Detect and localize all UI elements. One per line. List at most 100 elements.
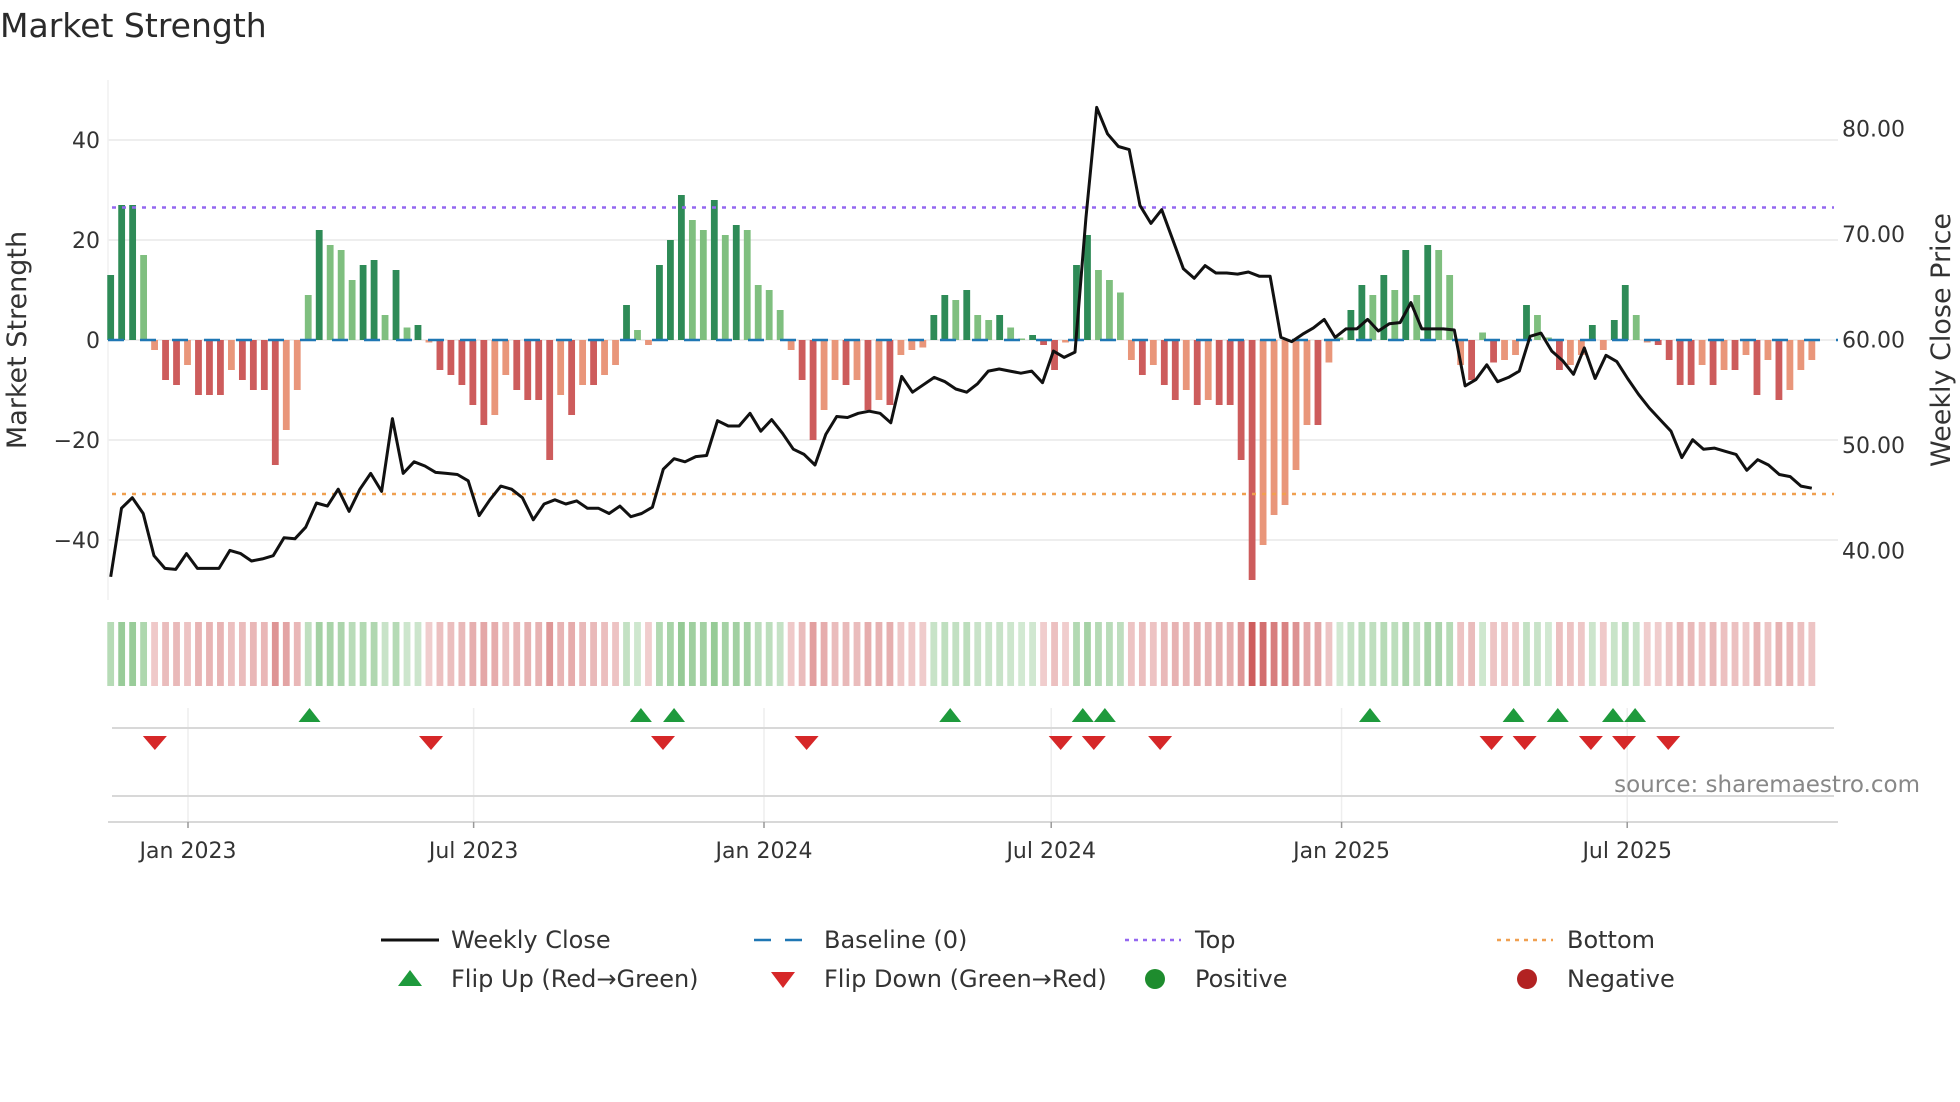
- x-tick-label: Jul 2024: [1004, 839, 1096, 864]
- strength-bar: [853, 340, 861, 380]
- strength-heat-cell: [831, 622, 839, 686]
- strength-heat-cell: [447, 622, 455, 686]
- source-text: source: sharemaestro.com: [1614, 772, 1920, 798]
- strength-heat-cell: [1435, 622, 1443, 686]
- strength-heat-cell: [645, 622, 652, 686]
- strength-heat-cell: [656, 622, 663, 686]
- strength-heat-cell: [1643, 622, 1651, 686]
- flip-up-marker: [1502, 708, 1525, 722]
- strength-heat-cell: [568, 622, 576, 686]
- strength-heat-cell: [249, 622, 257, 686]
- strength-heat-cell: [1523, 622, 1530, 686]
- strength-bar: [1621, 285, 1629, 340]
- strength-bar: [601, 340, 608, 375]
- x-tick-label: Jan 2025: [1291, 839, 1390, 864]
- strength-heat-cell: [1369, 622, 1377, 686]
- strength-heat-cell: [546, 622, 554, 686]
- strength-bar: [809, 340, 817, 440]
- strength-bar: [469, 340, 477, 405]
- strength-heat-cell: [765, 622, 773, 686]
- strength-heat-cell: [370, 622, 378, 686]
- strength-heat-cell: [1215, 622, 1223, 686]
- strength-heat-cell: [260, 622, 268, 686]
- strength-heat-cell: [590, 622, 597, 686]
- left-tick-label: −40: [54, 529, 100, 554]
- strength-heat-cell: [535, 622, 543, 686]
- strength-bar: [1029, 335, 1037, 340]
- strength-heat-cell: [1138, 622, 1146, 686]
- strength-heat-cell: [1577, 622, 1585, 686]
- strength-bar: [1160, 340, 1168, 385]
- strength-heat-cell: [1051, 622, 1058, 686]
- strength-bar: [1720, 340, 1728, 370]
- strength-bar: [173, 340, 180, 385]
- strength-heat-cell: [974, 622, 982, 686]
- strength-heat-cell: [798, 622, 806, 686]
- strength-heat-cell: [1753, 622, 1761, 686]
- flip-up-marker: [1358, 708, 1381, 722]
- strength-heat-cell: [491, 622, 499, 686]
- strength-bar: [1347, 310, 1355, 340]
- strength-bar: [458, 340, 466, 385]
- strength-heat-cell: [151, 622, 158, 686]
- legend-triangle-down-icon: [771, 972, 795, 988]
- strength-bar: [798, 340, 806, 380]
- strength-bar: [886, 340, 894, 405]
- strength-heat-cell: [1742, 622, 1750, 686]
- strength-bar: [765, 290, 773, 340]
- strength-heat-cell: [1007, 622, 1015, 686]
- strength-bar: [348, 280, 356, 340]
- strength-heat-cell: [623, 622, 630, 686]
- strength-heat-cell: [985, 622, 993, 686]
- strength-bar: [974, 315, 982, 340]
- strength-heat-cell: [173, 622, 180, 686]
- strength-bar: [677, 195, 685, 340]
- strength-bar: [1138, 340, 1146, 375]
- strength-heat-cell: [1084, 622, 1091, 686]
- strength-heat-cell: [1588, 622, 1596, 686]
- strength-bar: [1007, 327, 1015, 340]
- strength-bar: [1149, 340, 1157, 365]
- strength-bar: [623, 305, 630, 340]
- flip-down-marker: [1048, 736, 1073, 750]
- strength-heat-cell: [1149, 622, 1157, 686]
- strength-bar: [754, 285, 762, 340]
- legend-label: Flip Up (Red→Green): [451, 965, 699, 993]
- strength-heat-cell: [326, 622, 334, 686]
- strength-heat-cell: [1566, 622, 1574, 686]
- strength-heat-cell: [1775, 622, 1783, 686]
- strength-heat-cell: [1391, 622, 1399, 686]
- strength-heat-cell: [875, 622, 883, 686]
- strength-bar: [1402, 250, 1410, 340]
- right-tick-label: 60.00: [1842, 328, 1905, 353]
- flip-up-marker: [939, 708, 962, 722]
- strength-heat-cell: [1468, 622, 1476, 686]
- strength-heat-cell: [853, 622, 861, 686]
- strength-heat-cell: [1336, 622, 1344, 686]
- strength-heat-cell: [1270, 622, 1278, 686]
- strength-heat-cell: [315, 622, 323, 686]
- strength-bar: [535, 340, 543, 400]
- strength-bar: [1116, 292, 1124, 340]
- strength-bar: [963, 290, 971, 340]
- strength-bar: [260, 340, 268, 390]
- strength-heat-cell: [1808, 622, 1816, 686]
- market-strength-chart: 40 20 0 −20 −40 80.00 70.00 60.00 50.00 40.00 Mark…: [2, 80, 1957, 993]
- strength-bar: [1588, 325, 1596, 340]
- strength-bar: [1259, 340, 1267, 545]
- legend-label: Bottom: [1567, 926, 1655, 954]
- strength-heat-cell: [1106, 622, 1113, 686]
- strength-heat-cell: [414, 622, 422, 686]
- strength-heat-cell: [1380, 622, 1388, 686]
- strength-bar: [721, 235, 729, 340]
- strength-heat-cell: [1665, 622, 1673, 686]
- strength-heat-cell: [403, 622, 411, 686]
- flip-down-marker: [142, 736, 167, 750]
- strength-bar: [315, 230, 323, 340]
- strength-heat-cell: [1248, 622, 1256, 686]
- strength-heat-cell: [1556, 622, 1563, 686]
- strength-bar: [524, 340, 532, 400]
- strength-heat-cell: [1512, 622, 1519, 686]
- strength-bar: [941, 295, 949, 340]
- strength-heat-cell: [107, 622, 115, 686]
